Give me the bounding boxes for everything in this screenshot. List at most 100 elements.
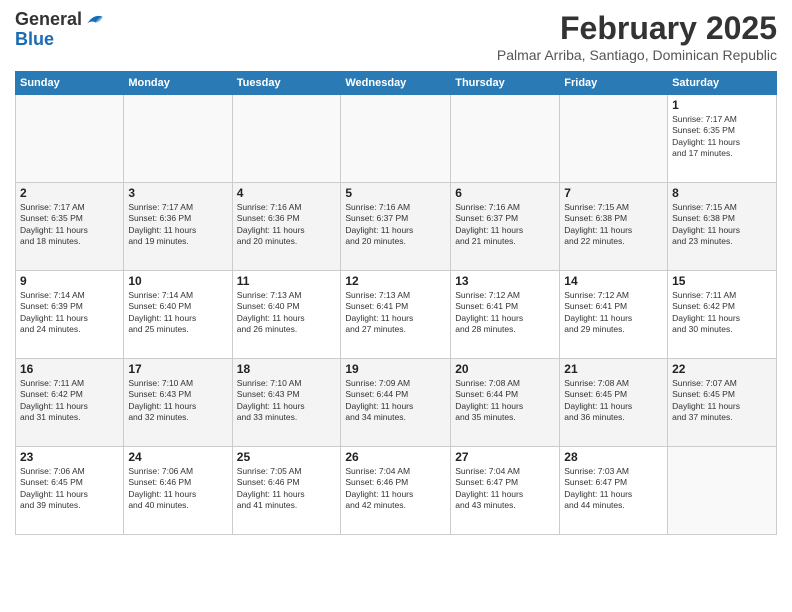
logo-general-text: General (15, 10, 82, 30)
day-number: 2 (20, 186, 119, 200)
calendar-day-cell: 1 Sunrise: 7:17 AMSunset: 6:35 PMDaylight… (668, 95, 777, 183)
day-info: Sunrise: 7:12 AMSunset: 6:41 PMDaylight:… (564, 290, 663, 336)
day-number: 1 (672, 98, 772, 112)
page: General Blue February 2025 Palmar Arriba… (0, 0, 792, 612)
calendar-day-cell: 7 Sunrise: 7:15 AMSunset: 6:38 PMDaylight… (560, 183, 668, 271)
calendar-day-cell (451, 95, 560, 183)
calendar-day-cell: 28 Sunrise: 7:03 AMSunset: 6:47 PMDayligh… (560, 447, 668, 535)
weekday-header-thursday: Thursday (451, 72, 560, 95)
calendar-table: SundayMondayTuesdayWednesdayThursdayFrid… (15, 71, 777, 535)
calendar-week-row: 1 Sunrise: 7:17 AMSunset: 6:35 PMDaylight… (16, 95, 777, 183)
calendar-day-cell: 11 Sunrise: 7:13 AMSunset: 6:40 PMDayligh… (232, 271, 341, 359)
day-info: Sunrise: 7:08 AMSunset: 6:45 PMDaylight:… (564, 378, 663, 424)
calendar-day-cell (341, 95, 451, 183)
day-info: Sunrise: 7:06 AMSunset: 6:45 PMDaylight:… (20, 466, 119, 512)
day-info: Sunrise: 7:14 AMSunset: 6:39 PMDaylight:… (20, 290, 119, 336)
day-info: Sunrise: 7:09 AMSunset: 6:44 PMDaylight:… (345, 378, 446, 424)
day-info: Sunrise: 7:17 AMSunset: 6:35 PMDaylight:… (20, 202, 119, 248)
calendar-day-cell: 10 Sunrise: 7:14 AMSunset: 6:40 PMDayligh… (124, 271, 232, 359)
logo-blue-text: Blue (15, 30, 104, 50)
calendar-day-cell: 6 Sunrise: 7:16 AMSunset: 6:37 PMDaylight… (451, 183, 560, 271)
weekday-header-sunday: Sunday (16, 72, 124, 95)
calendar-day-cell: 9 Sunrise: 7:14 AMSunset: 6:39 PMDaylight… (16, 271, 124, 359)
day-number: 19 (345, 362, 446, 376)
weekday-header-friday: Friday (560, 72, 668, 95)
day-number: 3 (128, 186, 227, 200)
day-number: 24 (128, 450, 227, 464)
calendar-day-cell: 8Sunrise: 7:15 AMSunset: 6:38 PMDaylight… (668, 183, 777, 271)
day-number: 25 (237, 450, 337, 464)
day-number: 26 (345, 450, 446, 464)
day-info: Sunrise: 7:08 AMSunset: 6:44 PMDaylight:… (455, 378, 555, 424)
day-number: 17 (128, 362, 227, 376)
calendar-day-cell (232, 95, 341, 183)
calendar-day-cell: 4Sunrise: 7:16 AMSunset: 6:36 PMDaylight… (232, 183, 341, 271)
calendar-week-row: 16 Sunrise: 7:11 AMSunset: 6:42 PMDayligh… (16, 359, 777, 447)
calendar-day-cell (16, 95, 124, 183)
day-number: 27 (455, 450, 555, 464)
calendar-day-cell (560, 95, 668, 183)
day-info: Sunrise: 7:17 AMSunset: 6:35 PMDaylight:… (672, 114, 772, 160)
day-number: 10 (128, 274, 227, 288)
day-info: Sunrise: 7:14 AMSunset: 6:40 PMDaylight:… (128, 290, 227, 336)
day-number: 4 (237, 186, 337, 200)
calendar-day-cell: 21 Sunrise: 7:08 AMSunset: 6:45 PMDayligh… (560, 359, 668, 447)
calendar-day-cell: 13 Sunrise: 7:12 AMSunset: 6:41 PMDayligh… (451, 271, 560, 359)
day-number: 18 (237, 362, 337, 376)
calendar-day-cell: 25 Sunrise: 7:05 AMSunset: 6:46 PMDayligh… (232, 447, 341, 535)
day-number: 11 (237, 274, 337, 288)
weekday-header-tuesday: Tuesday (232, 72, 341, 95)
weekday-header-monday: Monday (124, 72, 232, 95)
day-number: 5 (345, 186, 446, 200)
calendar-day-cell: 12Sunrise: 7:13 AMSunset: 6:41 PMDayligh… (341, 271, 451, 359)
day-number: 6 (455, 186, 555, 200)
day-number: 15 (672, 274, 772, 288)
header: General Blue February 2025 Palmar Arriba… (15, 10, 777, 63)
calendar-day-cell (668, 447, 777, 535)
day-info: Sunrise: 7:06 AMSunset: 6:46 PMDaylight:… (128, 466, 227, 512)
day-info: Sunrise: 7:12 AMSunset: 6:41 PMDaylight:… (455, 290, 555, 336)
day-info: Sunrise: 7:05 AMSunset: 6:46 PMDaylight:… (237, 466, 337, 512)
day-info: Sunrise: 7:03 AMSunset: 6:47 PMDaylight:… (564, 466, 663, 512)
calendar-day-cell: 14 Sunrise: 7:12 AMSunset: 6:41 PMDayligh… (560, 271, 668, 359)
day-info: Sunrise: 7:04 AMSunset: 6:47 PMDaylight:… (455, 466, 555, 512)
calendar-day-cell: 20 Sunrise: 7:08 AMSunset: 6:44 PMDayligh… (451, 359, 560, 447)
title-block: February 2025 Palmar Arriba, Santiago, D… (497, 10, 777, 63)
calendar-day-cell: 3 Sunrise: 7:17 AMSunset: 6:36 PMDaylight… (124, 183, 232, 271)
month-title: February 2025 (497, 10, 777, 47)
calendar-day-cell: 24 Sunrise: 7:06 AMSunset: 6:46 PMDayligh… (124, 447, 232, 535)
day-number: 28 (564, 450, 663, 464)
subtitle: Palmar Arriba, Santiago, Dominican Repub… (497, 47, 777, 63)
day-number: 22 (672, 362, 772, 376)
day-info: Sunrise: 7:17 AMSunset: 6:36 PMDaylight:… (128, 202, 227, 248)
day-number: 9 (20, 274, 119, 288)
day-info: Sunrise: 7:04 AMSunset: 6:46 PMDaylight:… (345, 466, 446, 512)
logo-bird-icon (84, 10, 104, 30)
weekday-header-saturday: Saturday (668, 72, 777, 95)
day-info: Sunrise: 7:16 AMSunset: 6:37 PMDaylight:… (455, 202, 555, 248)
calendar-day-cell: 15 Sunrise: 7:11 AMSunset: 6:42 PMDayligh… (668, 271, 777, 359)
weekday-header-row: SundayMondayTuesdayWednesdayThursdayFrid… (16, 72, 777, 95)
calendar-day-cell: 23Sunrise: 7:06 AMSunset: 6:45 PMDayligh… (16, 447, 124, 535)
calendar-day-cell (124, 95, 232, 183)
calendar-day-cell: 19 Sunrise: 7:09 AMSunset: 6:44 PMDayligh… (341, 359, 451, 447)
day-number: 16 (20, 362, 119, 376)
day-number: 14 (564, 274, 663, 288)
day-number: 21 (564, 362, 663, 376)
day-info: Sunrise: 7:10 AMSunset: 6:43 PMDaylight:… (237, 378, 337, 424)
day-number: 7 (564, 186, 663, 200)
day-number: 20 (455, 362, 555, 376)
calendar-day-cell: 17 Sunrise: 7:10 AMSunset: 6:43 PMDayligh… (124, 359, 232, 447)
calendar-day-cell: 5Sunrise: 7:16 AMSunset: 6:37 PMDaylight… (341, 183, 451, 271)
day-number: 13 (455, 274, 555, 288)
calendar-week-row: 2 Sunrise: 7:17 AMSunset: 6:35 PMDaylight… (16, 183, 777, 271)
day-info: Sunrise: 7:13 AMSunset: 6:40 PMDaylight:… (237, 290, 337, 336)
calendar-day-cell: 16 Sunrise: 7:11 AMSunset: 6:42 PMDayligh… (16, 359, 124, 447)
day-info: Sunrise: 7:13 AMSunset: 6:41 PMDaylight:… (345, 290, 446, 336)
calendar-day-cell: 2 Sunrise: 7:17 AMSunset: 6:35 PMDaylight… (16, 183, 124, 271)
day-info: Sunrise: 7:11 AMSunset: 6:42 PMDaylight:… (672, 290, 772, 336)
calendar-week-row: 23Sunrise: 7:06 AMSunset: 6:45 PMDayligh… (16, 447, 777, 535)
day-info: Sunrise: 7:11 AMSunset: 6:42 PMDaylight:… (20, 378, 119, 424)
day-info: Sunrise: 7:15 AMSunset: 6:38 PMDaylight:… (564, 202, 663, 248)
day-info: Sunrise: 7:10 AMSunset: 6:43 PMDaylight:… (128, 378, 227, 424)
